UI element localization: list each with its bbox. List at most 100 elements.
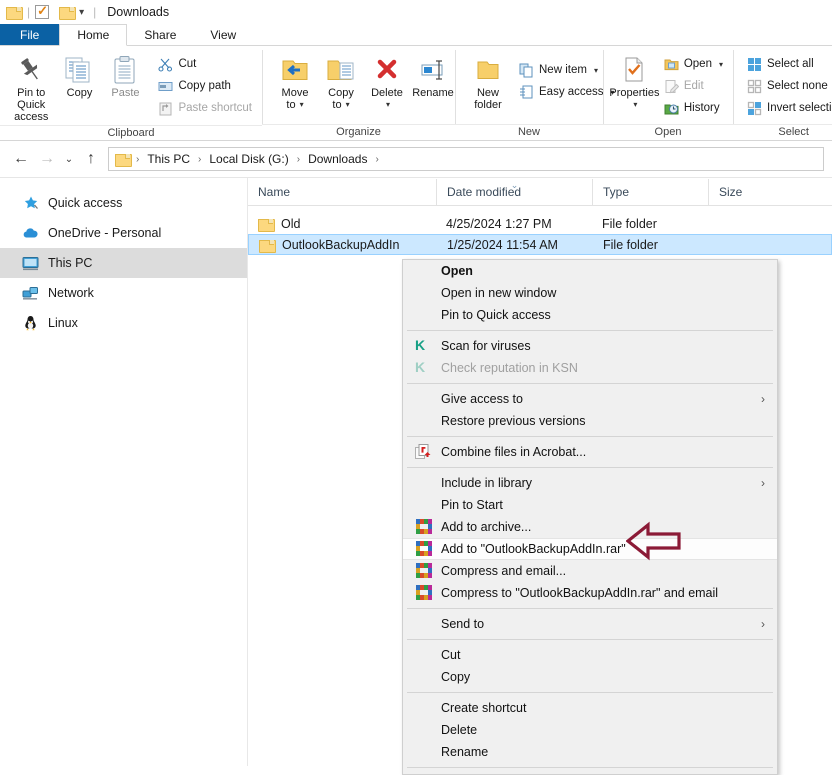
tab-home[interactable]: Home [59, 24, 128, 46]
breadcrumb-separator[interactable]: › [373, 154, 380, 165]
new-folder-icon [474, 53, 502, 87]
menu-separator [407, 767, 773, 768]
menu-item-include-in-library[interactable]: Include in library › [403, 472, 777, 494]
breadcrumb-separator[interactable]: › [134, 154, 141, 165]
menu-item-open[interactable]: Open [403, 260, 777, 282]
menu-item-add-to-archive[interactable]: Add to archive... [403, 516, 777, 538]
menu-item-open-in-new-window[interactable]: Open in new window [403, 282, 777, 304]
back-arrow-icon[interactable]: ← [8, 146, 34, 172]
pin-to-quick-access-button[interactable]: Pin to Quick access [6, 51, 56, 125]
forward-arrow-icon[interactable]: → [34, 146, 60, 172]
breadcrumb-separator[interactable]: › [196, 154, 203, 165]
column-header-type[interactable]: Type [592, 179, 708, 205]
recent-locations-icon[interactable]: ⌄ [60, 146, 78, 172]
menu-item-add-to-named-archive[interactable]: Add to "OutlookBackupAddIn.rar" [403, 538, 777, 560]
menu-item-label: Rename [441, 745, 489, 759]
menu-item-rename[interactable]: Rename [403, 741, 777, 763]
menu-item-scan-for-viruses[interactable]: K Scan for viruses [403, 335, 777, 357]
menu-item-send-to[interactable]: Send to › [403, 613, 777, 635]
chevron-right-icon: › [761, 617, 765, 631]
copy-to-button[interactable]: Copy to ▾ [318, 51, 364, 113]
copy-icon [64, 53, 94, 87]
sidebar-item-onedrive[interactable]: OneDrive - Personal [0, 218, 247, 248]
table-row[interactable]: Old 4/25/2024 1:27 PM File folder [248, 213, 832, 234]
divider-2: | [93, 5, 97, 19]
rename-button[interactable]: Rename [410, 51, 456, 101]
breadcrumb-separator[interactable]: › [295, 154, 302, 165]
paste-button[interactable]: Paste [102, 51, 148, 101]
copy-to-icon [326, 53, 356, 87]
menu-item-compress-to-named-and-email[interactable]: Compress to "OutlookBackupAddIn.rar" and… [403, 582, 777, 604]
sidebar-item-quick-access[interactable]: Quick access [0, 188, 247, 218]
menu-item-compress-and-email[interactable]: Compress and email... [403, 560, 777, 582]
folder-icon [115, 153, 132, 167]
easy-access-icon [519, 85, 534, 100]
column-header-size-label: Size [719, 185, 743, 199]
properties-button[interactable]: Properties ▾ [609, 51, 660, 113]
column-header-date-modified[interactable]: ⌄ Date modified [436, 179, 592, 205]
menu-item-copy[interactable]: Copy [403, 666, 777, 688]
new-item-label: New item [539, 64, 587, 76]
menu-item-combine-files-in-acrobat[interactable]: Combine files in Acrobat... [403, 441, 777, 463]
copy-path-button[interactable]: Copy path [154, 75, 256, 97]
properties-check-icon[interactable] [35, 3, 51, 20]
menu-item-pin-to-quick-access[interactable]: Pin to Quick access [403, 304, 777, 326]
move-to-button[interactable]: Move to ▾ [272, 51, 318, 113]
breadcrumb-item-downloads[interactable]: Downloads [304, 151, 371, 167]
column-header-name[interactable]: Name [248, 179, 436, 205]
new-folder-icon[interactable] [59, 4, 77, 20]
breadcrumb[interactable]: › This PC › Local Disk (G:) › Downloads … [108, 147, 824, 171]
menu-item-give-access-to[interactable]: Give access to › [403, 388, 777, 410]
column-headers: Name ⌄ Date modified Type Size [248, 178, 832, 206]
open-button[interactable]: Open ▾ [660, 53, 727, 75]
file-name-cell: OutlookBackupAddIn [249, 238, 437, 253]
sidebar-item-this-pc[interactable]: This PC [0, 248, 247, 278]
tab-file[interactable]: File [0, 24, 60, 46]
menu-separator [407, 639, 773, 640]
edit-button[interactable]: Edit [660, 75, 727, 97]
column-header-size[interactable]: Size [708, 179, 774, 205]
table-row[interactable]: OutlookBackupAddIn 1/25/2024 11:54 AM Fi… [248, 234, 832, 255]
menu-item-cut[interactable]: Cut [403, 644, 777, 666]
new-folder-button[interactable]: New folder [465, 51, 511, 113]
scissors-icon [158, 57, 173, 72]
paste-shortcut-button[interactable]: Paste shortcut [154, 97, 256, 119]
folder-icon [258, 218, 275, 232]
copy-button[interactable]: Copy [56, 51, 102, 101]
tab-view[interactable]: View [193, 24, 253, 46]
copy-label: Copy [66, 87, 93, 99]
easy-access-label: Easy access [539, 86, 604, 98]
menu-item-restore-previous-versions[interactable]: Restore previous versions [403, 410, 777, 432]
menu-item-create-shortcut[interactable]: Create shortcut [403, 697, 777, 719]
menu-item-pin-to-start[interactable]: Pin to Start [403, 494, 777, 516]
ribbon-group-clipboard: Pin to Quick access Copy Paste Cut Copy … [0, 46, 262, 140]
customize-dropdown-icon[interactable]: ▾ [79, 7, 84, 18]
star-pin-icon [22, 195, 39, 212]
acrobat-icon [415, 444, 433, 460]
menu-item-check-reputation-ksn[interactable]: K Check reputation in KSN [403, 357, 777, 379]
menu-item-label: Send to [441, 617, 485, 631]
ribbon-group-label-select: Select [733, 124, 832, 140]
tab-share[interactable]: Share [127, 24, 193, 46]
delete-button[interactable]: Delete ▾ [364, 51, 410, 113]
breadcrumb-item-this-pc[interactable]: This PC [143, 151, 194, 167]
history-button[interactable]: History [660, 97, 727, 119]
cut-button[interactable]: Cut [154, 53, 256, 75]
menu-item-label: Copy [441, 670, 471, 684]
breadcrumb-item-local-disk[interactable]: Local Disk (G:) [205, 151, 292, 167]
sidebar-item-linux[interactable]: Linux [0, 308, 247, 338]
new-folder-label-1: New [476, 87, 499, 99]
ribbon-group-label-open: Open [603, 124, 733, 140]
invert-selection-button[interactable]: Invert selection [743, 97, 832, 119]
menu-item-delete[interactable]: Delete [403, 719, 777, 741]
onedrive-cloud-icon [22, 225, 39, 242]
select-all-icon [747, 57, 762, 72]
ribbon-tabs: File Home Share View [0, 24, 832, 46]
select-none-button[interactable]: Select none [743, 75, 832, 97]
select-all-button[interactable]: Select all [743, 53, 832, 75]
sidebar-item-label: This PC [48, 256, 93, 270]
file-type-cell: File folder [603, 237, 658, 252]
up-arrow-icon[interactable]: ↑ [78, 146, 104, 172]
sidebar-item-network[interactable]: Network [0, 278, 247, 308]
menu-separator [407, 608, 773, 609]
